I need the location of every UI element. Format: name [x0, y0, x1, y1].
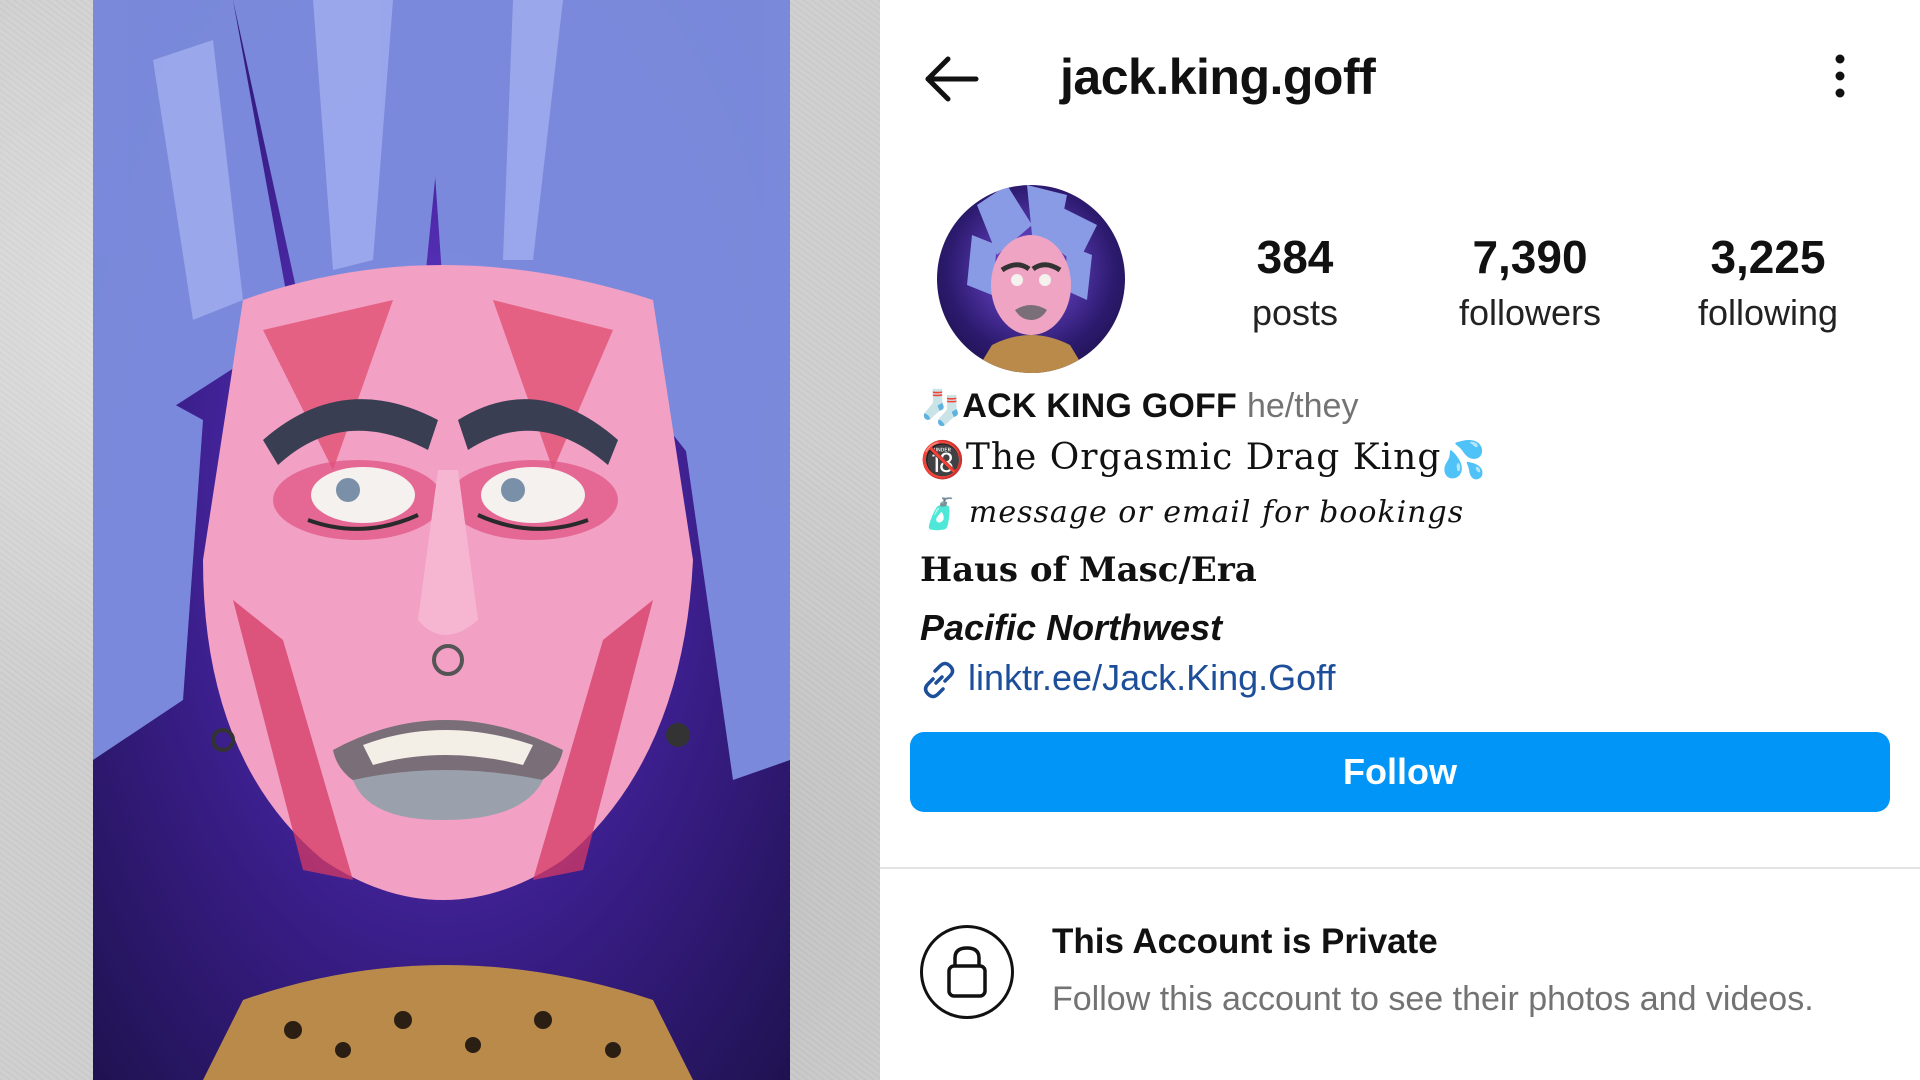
adults-only-emoji-icon: 🔞	[920, 440, 966, 481]
stat-following[interactable]: 3,225 following	[1668, 230, 1868, 334]
lock-icon	[947, 946, 987, 998]
droplets-emoji-icon: 💦	[1441, 440, 1488, 481]
bio-link[interactable]: linktr.ee/Jack.King.Goff	[920, 657, 1336, 699]
bio-location: Pacific Northwest	[920, 607, 1223, 648]
profile-username: jack.king.goff	[1060, 49, 1376, 105]
posts-count: 384	[1256, 231, 1334, 283]
following-label: following	[1697, 292, 1839, 333]
avatar[interactable]	[937, 185, 1125, 373]
divider	[880, 867, 1920, 869]
bio-tagline: 🔞The Orgasmic Drag King💦	[920, 437, 1487, 481]
link-url: linktr.ee/Jack.King.Goff	[968, 657, 1336, 698]
avatar-portrait-illustration	[967, 185, 1097, 373]
follow-button[interactable]: Follow	[910, 732, 1890, 812]
private-account-title: This Account is Private	[1052, 922, 1438, 961]
followers-count: 7,390	[1472, 231, 1588, 283]
tagline-text: The Orgasmic Drag King	[965, 437, 1442, 478]
posts-label: posts	[1251, 292, 1339, 333]
bio-name-line: 🧦ACK KING GOFF he/they	[920, 387, 1358, 428]
back-arrow-icon[interactable]	[920, 48, 982, 110]
stat-posts[interactable]: 384 posts	[1195, 230, 1395, 334]
top-bar: jack.king.goff	[880, 0, 1920, 150]
pronouns: he/they	[1246, 387, 1359, 425]
profile-panel: jack.king.goff 384 posts 7,390 followers…	[880, 0, 1920, 1080]
private-account-subtitle: Follow this account to see their photos …	[1052, 980, 1814, 1018]
bio-booking-line: 🧴 message or email for bookings	[920, 495, 1464, 532]
socks-emoji-icon: 🧦	[920, 389, 963, 428]
following-count: 3,225	[1710, 231, 1826, 283]
profile-photo-large	[93, 0, 790, 1080]
display-name: ACK KING GOFF	[962, 387, 1237, 425]
followers-label: followers	[1458, 292, 1602, 333]
lock-badge	[920, 925, 1014, 1019]
link-icon	[923, 662, 955, 699]
drag-king-portrait-illustration	[93, 0, 790, 1080]
booking-text: message or email for bookings	[968, 495, 1465, 530]
lotion-bottle-emoji-icon: 🧴	[920, 496, 959, 532]
bio-haus: Haus of Masc/Era	[920, 550, 1257, 590]
more-vertical-icon[interactable]	[1828, 52, 1852, 100]
stat-followers[interactable]: 7,390 followers	[1430, 230, 1630, 334]
